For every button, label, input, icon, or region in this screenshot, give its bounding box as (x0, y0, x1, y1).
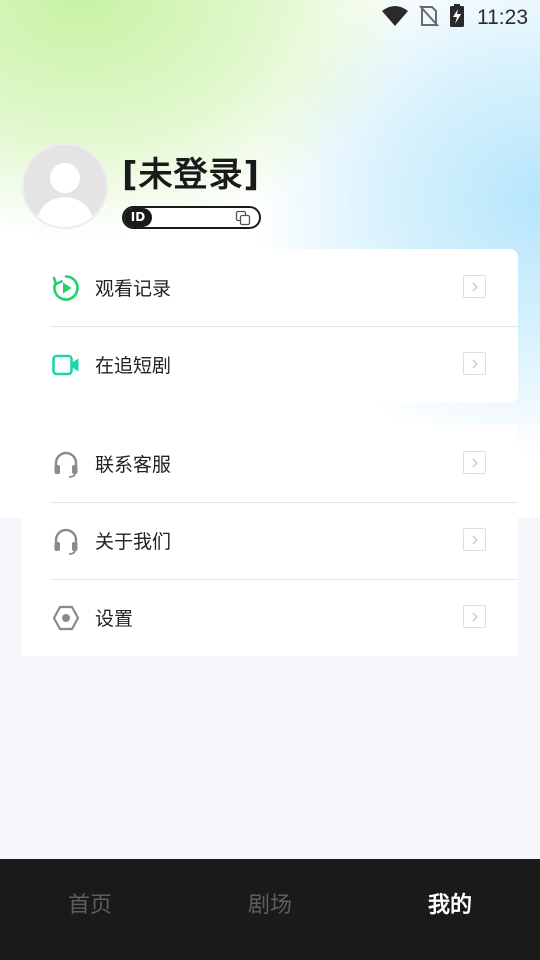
no-sim-icon (419, 5, 439, 31)
status-time: 11:23 (477, 6, 528, 29)
video-camera-icon (52, 351, 80, 379)
tab-home[interactable]: 首页 (0, 859, 180, 960)
play-history-icon (52, 274, 80, 302)
headset-icon (52, 450, 80, 478)
id-tag: ID (124, 208, 152, 227)
menu-item-label: 设置 (95, 608, 134, 630)
copy-icon[interactable] (235, 210, 251, 226)
chevron-right-icon (463, 275, 486, 298)
chevron-right-icon (463, 451, 486, 474)
battery-charging-icon (449, 4, 465, 32)
menu-item-label: 联系客服 (95, 454, 172, 476)
headset-icon (52, 527, 80, 555)
menu-item-label: 关于我们 (95, 531, 172, 553)
tab-theater[interactable]: 剧场 (180, 859, 360, 960)
menu-card-secondary: 联系客服 关于我们 设置 (22, 425, 518, 656)
menu-item-about-us[interactable]: 关于我们 (22, 502, 518, 579)
settings-hexagon-icon (52, 604, 80, 632)
wifi-icon (381, 5, 409, 31)
chevron-right-icon (463, 352, 486, 375)
chevron-right-icon (463, 528, 486, 551)
menu-item-customer-service[interactable]: 联系客服 (22, 425, 518, 502)
menu-item-label: 观看记录 (95, 278, 172, 300)
menu-item-label: 在追短剧 (95, 355, 172, 377)
default-avatar-icon (36, 163, 94, 227)
bottom-tab-bar: 首页 剧场 我的 (0, 859, 540, 960)
menu-item-settings[interactable]: 设置 (22, 579, 518, 656)
profile-section: [未登录] ID (22, 143, 522, 233)
menu-item-following-dramas[interactable]: 在追短剧 (22, 326, 518, 403)
username-label[interactable]: [未登录] (122, 147, 260, 196)
avatar[interactable] (22, 143, 108, 229)
chevron-right-icon (463, 605, 486, 628)
user-id-pill: ID (122, 206, 261, 229)
tab-mine[interactable]: 我的 (360, 859, 540, 960)
menu-item-watch-history[interactable]: 观看记录 (22, 249, 518, 326)
menu-card-primary: 观看记录 在追短剧 (22, 249, 518, 403)
status-bar: 11:23 (0, 0, 540, 36)
